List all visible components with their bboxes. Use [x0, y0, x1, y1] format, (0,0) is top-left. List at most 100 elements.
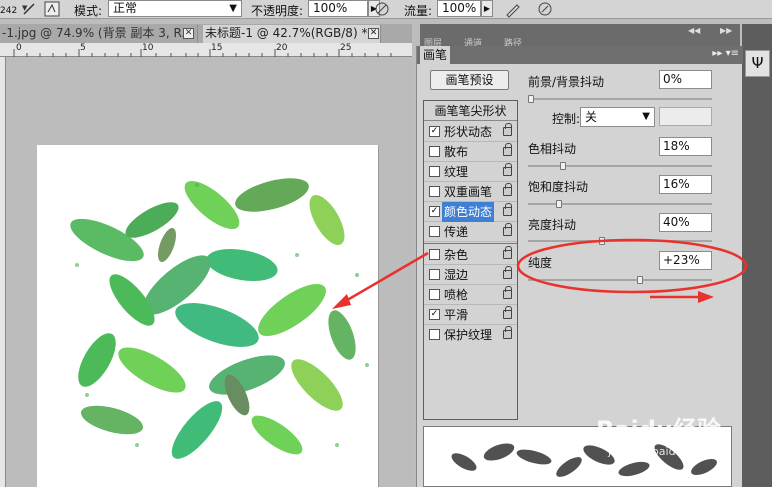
panel-dock-header: ◀◀ ▶▶ 图层 通道 路径 — [420, 24, 740, 49]
hue-jitter-input[interactable]: 18% — [659, 137, 712, 156]
brush-tip-shape-item[interactable]: 画笔笔尖形状 — [424, 103, 517, 121]
slider-thumb[interactable] — [528, 95, 534, 103]
hue-jitter-slider[interactable] — [528, 162, 712, 170]
options-bar: 242 ▼ 模式: 正常 ▼ 不透明度: 100% ▶ 流量: 100% ▶ — [0, 0, 772, 19]
lock-icon[interactable] — [503, 163, 512, 176]
lock-icon[interactable] — [503, 246, 512, 259]
lock-icon[interactable] — [503, 266, 512, 279]
brightness-jitter-slider[interactable] — [528, 237, 712, 245]
purity-input[interactable]: +23% — [659, 251, 712, 270]
checkbox[interactable] — [429, 146, 440, 157]
control-label: 控制: — [552, 112, 581, 126]
lock-icon[interactable] — [503, 203, 512, 216]
slider-thumb[interactable] — [637, 276, 643, 284]
list-item-airbrush[interactable]: 喷枪 — [424, 285, 517, 305]
airbrush-icon[interactable] — [504, 0, 522, 18]
brush-panel-header: 画笔 ▸▸ ▾≡ — [417, 46, 743, 64]
hue-jitter-label: 色相抖动 — [528, 142, 577, 156]
flow-slider-button[interactable]: ▶ — [481, 0, 493, 17]
checkbox[interactable]: ✓ — [429, 206, 440, 217]
lock-icon[interactable] — [503, 183, 512, 196]
list-item-texture[interactable]: 纹理 — [424, 162, 517, 182]
tab-document-1[interactable]: -1.jpg @ 74.9% (背景 副本 3, R... ✕ — [0, 25, 198, 43]
fg-bg-jitter-slider[interactable] — [528, 95, 712, 103]
list-item-protect-texture[interactable]: 保护纹理 — [424, 325, 517, 345]
lock-icon[interactable] — [503, 306, 512, 319]
document-canvas[interactable] — [37, 145, 378, 487]
tab-document-2[interactable]: 未标题-1 @ 42.7%(RGB/8) * ✕ — [203, 25, 381, 43]
list-item-shape-dynamics[interactable]: ✓ 形状动态 — [424, 122, 517, 142]
fg-bg-jitter-label: 前景/背景抖动 — [528, 75, 605, 89]
list-item-noise[interactable]: 杂色 — [424, 245, 517, 265]
saturation-jitter-slider[interactable] — [528, 200, 712, 208]
collapsed-panel-strip — [742, 24, 772, 487]
brightness-jitter-input[interactable]: 40% — [659, 213, 712, 232]
purity-slider[interactable] — [528, 276, 712, 284]
list-item-scattering[interactable]: 散布 — [424, 142, 517, 162]
list-item-label: 散布 — [444, 145, 469, 159]
checkbox[interactable]: ✓ — [429, 309, 440, 320]
checkbox[interactable] — [429, 289, 440, 300]
list-item-wet-edges[interactable]: 湿边 — [424, 265, 517, 285]
control-value-box — [659, 107, 712, 126]
lock-icon[interactable] — [503, 286, 512, 299]
list-item-label: 湿边 — [444, 268, 469, 282]
pressure-size-icon[interactable] — [536, 0, 554, 18]
tab-channels[interactable]: 通道 — [464, 36, 482, 49]
list-item-label: 形状动态 — [444, 125, 493, 139]
lock-icon[interactable] — [503, 123, 512, 136]
blend-mode-value: 正常 — [113, 1, 138, 15]
list-item-dual-brush[interactable]: 双重画笔 — [424, 182, 517, 202]
purity-label: 纯度 — [528, 256, 553, 270]
fg-bg-jitter-input[interactable]: 0% — [659, 70, 712, 89]
checkbox[interactable] — [429, 226, 440, 237]
pressure-opacity-icon[interactable] — [373, 0, 391, 18]
tab-document-2-label: 未标题-1 @ 42.7%(RGB/8) * — [205, 26, 368, 40]
saturation-jitter-label: 饱和度抖动 — [528, 180, 589, 194]
control-select[interactable]: 关 ▼ — [580, 107, 655, 127]
list-item-label: 传递 — [444, 225, 469, 239]
watermark-url: jingyan.baidu.com — [608, 445, 710, 458]
tab-document-1-label: -1.jpg @ 74.9% (背景 副本 3, R... — [2, 26, 193, 40]
canvas-area[interactable] — [7, 58, 412, 487]
watermark-logo: Baidu经验 — [596, 416, 721, 444]
list-item-label: 颜色动态 — [442, 202, 495, 222]
blend-mode-select[interactable]: 正常 ▼ — [108, 0, 242, 17]
checkbox[interactable] — [429, 186, 440, 197]
saturation-jitter-input[interactable]: 16% — [659, 175, 712, 194]
toggle-brush-panel-icon[interactable] — [43, 0, 61, 18]
lock-icon[interactable] — [503, 143, 512, 156]
chevron-down-icon: ▼ — [642, 111, 650, 122]
tab-layers[interactable]: 图层 — [424, 36, 442, 49]
tab-paths[interactable]: 路径 — [504, 36, 522, 49]
checkbox[interactable] — [429, 166, 440, 177]
brush-panel-toggle-icon[interactable]: Ψ — [745, 50, 770, 77]
close-icon[interactable]: ✕ — [368, 28, 379, 39]
brush-settings-list: 画笔笔尖形状 ✓ 形状动态 散布 纹理 双重画笔 ✓ 颜色动态 传递 杂色 湿边… — [423, 100, 518, 420]
collapse-panels-icon[interactable]: ▶▶ — [720, 26, 732, 35]
lock-icon[interactable] — [503, 223, 512, 236]
list-item-label: 杂色 — [444, 248, 469, 262]
list-item-color-dynamics[interactable]: ✓ 颜色动态 — [424, 202, 517, 222]
checkbox[interactable] — [429, 249, 440, 260]
checkbox[interactable] — [429, 329, 440, 340]
brush-preset-picker-icon[interactable]: ▼ — [20, 0, 38, 18]
list-item-label: 保护纹理 — [444, 328, 493, 342]
checkbox[interactable]: ✓ — [429, 126, 440, 137]
opacity-input[interactable]: 100% — [308, 0, 368, 17]
lock-icon[interactable] — [503, 326, 512, 339]
brush-presets-button[interactable]: 画笔预设 — [430, 70, 509, 90]
slider-thumb[interactable] — [556, 200, 562, 208]
list-item-smoothing[interactable]: ✓ 平滑 — [424, 305, 517, 325]
slider-thumb[interactable] — [599, 237, 605, 245]
brush-panel-title[interactable]: 画笔 — [420, 46, 450, 64]
close-icon[interactable]: ✕ — [183, 28, 194, 39]
checkbox[interactable] — [429, 269, 440, 280]
flow-input[interactable]: 100% — [437, 0, 481, 17]
opacity-label: 不透明度: — [251, 4, 304, 18]
collapse-panels-icon[interactable]: ◀◀ — [688, 26, 700, 35]
slider-thumb[interactable] — [560, 162, 566, 170]
document-tab-bar: -1.jpg @ 74.9% (背景 副本 3, R... ✕ 未标题-1 @ … — [0, 24, 412, 43]
panel-menu-icon[interactable]: ▸▸ ▾≡ — [712, 48, 739, 59]
list-item-transfer[interactable]: 传递 — [424, 222, 517, 242]
